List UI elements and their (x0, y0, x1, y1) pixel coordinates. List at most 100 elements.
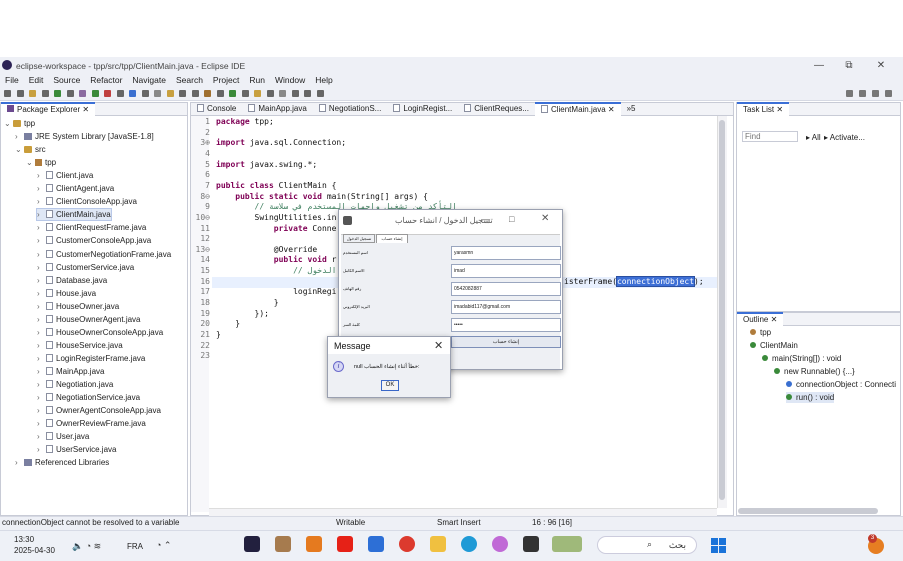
tree-item[interactable]: › CustomerNegotiationFrame.java (37, 249, 171, 260)
debug-perspective-icon[interactable] (885, 90, 892, 97)
windows-start-icon[interactable] (711, 538, 726, 553)
toolbar-icon-14[interactable] (179, 90, 186, 97)
toolbar-icon-15[interactable] (191, 90, 199, 97)
expand-arrow-icon[interactable]: › (15, 131, 24, 142)
toolbar-icon-3[interactable] (41, 90, 49, 97)
tree-item[interactable]: › HouseOwnerConsoleApp.java (37, 327, 163, 338)
tray-expand-icon[interactable]: ◔ ⌃ (156, 540, 171, 551)
tree-item[interactable]: › Client.java (37, 170, 93, 181)
menu-file[interactable]: File (0, 74, 24, 87)
menu-edit[interactable]: Edit (24, 74, 49, 87)
close-button[interactable]: ✕ (866, 57, 896, 74)
expand-arrow-icon[interactable]: › (37, 379, 46, 390)
editor-tab[interactable]: Console (191, 103, 242, 115)
expand-arrow-icon[interactable]: › (37, 340, 46, 351)
toolbar-icon-16[interactable] (204, 90, 211, 97)
editor-tab-overflow[interactable]: »5 (621, 103, 642, 115)
menu-window[interactable]: Window (270, 74, 310, 87)
menu-run[interactable]: Run (244, 74, 270, 87)
toolbar-icon-19[interactable] (241, 90, 249, 97)
tab-outline[interactable]: Outline ✕ (737, 312, 784, 326)
tree-item[interactable]: › UserService.java (37, 444, 116, 455)
expand-arrow-icon[interactable]: › (37, 170, 46, 181)
toolbar-icon-20[interactable] (254, 90, 261, 97)
menu-search[interactable]: Search (171, 74, 208, 87)
tree-item[interactable]: › NegotiationService.java (37, 392, 140, 403)
tree-item[interactable]: › MainApp.java (37, 366, 104, 377)
tree-item[interactable]: › ClientMain.java (36, 208, 112, 222)
expand-arrow-icon[interactable]: › (37, 327, 46, 338)
tab-package-explorer[interactable]: Package Explorer ✕ (1, 102, 96, 116)
toolbar-icon-24[interactable] (304, 90, 311, 97)
expand-arrow-icon[interactable]: › (37, 314, 46, 325)
toolbar-icon-21[interactable] (266, 90, 274, 97)
editor-tab[interactable]: ClientReques... (458, 103, 535, 115)
username-field[interactable]: yarasmn (451, 246, 561, 260)
tree-item[interactable]: › Negotiation.java (37, 379, 113, 390)
editor-tab[interactable]: LoginRegist... (387, 103, 458, 115)
outline-item[interactable]: new Runnable() {...} (774, 366, 855, 377)
toolbar-icon-11[interactable] (141, 90, 149, 97)
outline-hscroll-thumb[interactable] (738, 508, 878, 514)
toolbar-icon-10[interactable] (129, 90, 136, 97)
file-explorer-taskbar-icon[interactable] (430, 536, 446, 552)
expand-arrow-icon[interactable]: › (37, 431, 46, 442)
toolbar-icon-9[interactable] (116, 90, 124, 97)
expand-arrow-icon[interactable]: › (37, 262, 46, 273)
tab-login[interactable]: تسجيل الدخول (343, 234, 375, 243)
perspective-icon[interactable] (859, 90, 866, 97)
widget-landscape-icon[interactable] (552, 536, 582, 552)
task-activate[interactable]: ▸ Activate... (824, 132, 865, 143)
maximize-button[interactable]: ⧉ (834, 57, 864, 74)
java-perspective-icon[interactable] (872, 90, 879, 97)
toolbar-icon-5[interactable] (66, 90, 74, 97)
menu-help[interactable]: Help (310, 74, 337, 87)
toolbar-icon-4[interactable] (54, 90, 61, 97)
expand-arrow-icon[interactable]: › (37, 275, 46, 286)
expand-arrow-icon[interactable]: › (15, 457, 24, 468)
editor-horizontal-scrollbar[interactable] (209, 508, 717, 516)
clock-time[interactable]: 13:30 (14, 535, 34, 544)
taskbar-search-box[interactable]: بحث ⌕ (597, 536, 697, 554)
expand-arrow-icon[interactable]: ⌄ (15, 144, 24, 155)
login-close-button[interactable]: ✕ (541, 213, 549, 224)
toolbar-icon-23[interactable] (291, 90, 299, 97)
menu-source[interactable]: Source (48, 74, 85, 87)
ok-button[interactable]: OK (381, 380, 399, 391)
expand-arrow-icon[interactable]: › (37, 183, 46, 194)
task-find-input[interactable] (742, 131, 798, 142)
xampp-taskbar-icon[interactable] (306, 536, 322, 552)
terminal-taskbar-icon[interactable] (523, 536, 539, 552)
message-close-button[interactable]: ✕ (434, 339, 443, 352)
fullname-field[interactable]: imad (451, 264, 561, 278)
expand-arrow-icon[interactable]: › (37, 301, 46, 312)
login-max-button[interactable]: □ (509, 214, 514, 224)
toolbar-icon-8[interactable] (104, 90, 111, 97)
toolbar-icon-12[interactable] (154, 90, 161, 97)
expand-arrow-icon[interactable]: › (37, 196, 46, 207)
tray-icons[interactable]: 🔈 ◔ ≋ (72, 541, 101, 552)
toolbar-icon-7[interactable] (91, 90, 99, 97)
tree-item[interactable]: ⌄ tpp (4, 118, 35, 129)
tree-item[interactable]: › JRE System Library [JavaSE-1.8] (15, 131, 154, 142)
toolbar-icon-25[interactable] (316, 90, 324, 97)
expand-arrow-icon[interactable]: › (37, 366, 46, 377)
expand-arrow-icon[interactable]: ⌄ (4, 118, 13, 129)
search-icon[interactable] (846, 90, 853, 97)
tab-register[interactable]: إنشاء حساب (376, 234, 408, 243)
outline-item[interactable]: ClientMain (750, 340, 798, 351)
toolbar-icon-18[interactable] (229, 90, 236, 97)
tree-item[interactable]: › User.java (37, 431, 89, 442)
editor-scroll-thumb[interactable] (719, 120, 725, 500)
toolbar-icon-6[interactable] (79, 90, 86, 97)
toolbar-icon-13[interactable] (166, 90, 174, 97)
tree-item[interactable]: › ClientConsoleApp.java (37, 196, 137, 207)
expand-arrow-icon[interactable]: › (37, 405, 46, 416)
toolbar-icon-0[interactable] (4, 90, 11, 97)
expand-arrow-icon[interactable]: › (37, 209, 46, 220)
java-taskbar-icon[interactable] (275, 536, 291, 552)
clock-date[interactable]: 2025-04-30 (14, 546, 55, 555)
login-min-button[interactable]: — (481, 214, 490, 224)
editor-tab[interactable]: NegotiationS... (313, 103, 387, 115)
expand-arrow-icon[interactable]: › (37, 222, 46, 233)
